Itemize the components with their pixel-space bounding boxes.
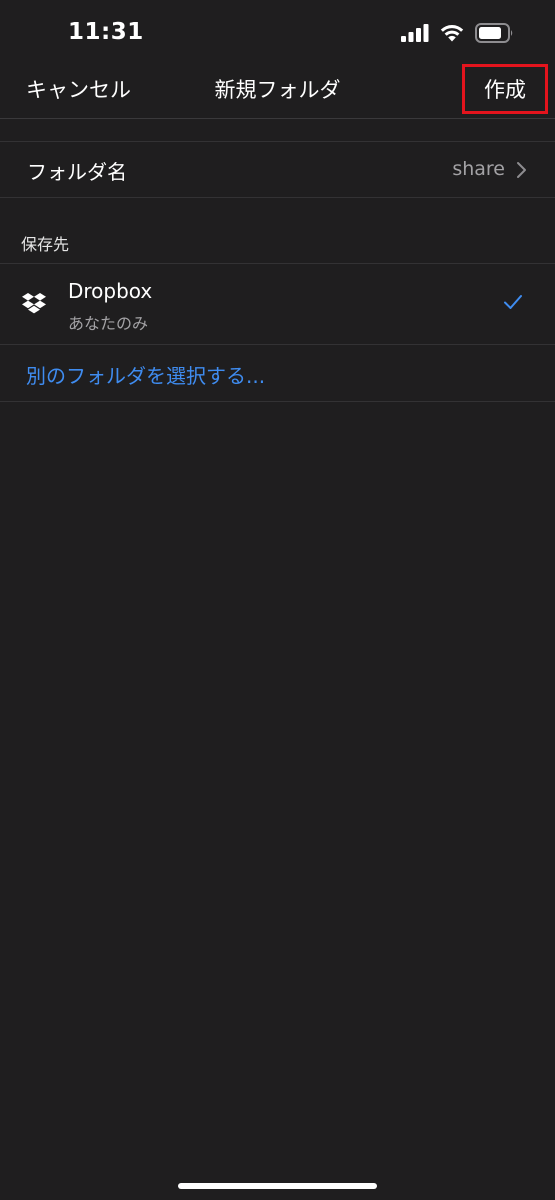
battery-icon [475, 23, 513, 43]
save-location-header: 保存先 [21, 235, 70, 254]
dropbox-icon [22, 293, 46, 314]
navigation-bar: キャンセル 新規フォルダ 作成 [0, 62, 555, 119]
choose-other-folder-row[interactable]: 別のフォルダを選択する... [0, 345, 555, 402]
dropbox-subtitle: あなたのみ [68, 314, 149, 333]
save-location-dropbox-row[interactable]: Dropbox あなたのみ [0, 263, 555, 345]
dropbox-title: Dropbox [68, 279, 153, 303]
checkmark-icon [504, 295, 522, 309]
status-icons [401, 22, 515, 44]
create-button[interactable]: 作成 [462, 64, 548, 114]
status-time: 11:31 [68, 19, 144, 45]
home-indicator [178, 1183, 377, 1189]
status-bar: 11:31 [0, 0, 555, 62]
choose-other-folder-link[interactable]: 別のフォルダを選択する... [26, 360, 265, 389]
folder-name-label: フォルダ名 [27, 160, 127, 184]
chevron-right-icon [517, 162, 526, 178]
cellular-signal-icon [401, 24, 429, 42]
wifi-icon [440, 24, 464, 41]
create-button-label: 作成 [484, 78, 526, 102]
folder-name-value: share [452, 158, 505, 180]
folder-name-row[interactable]: フォルダ名 share [0, 141, 555, 198]
